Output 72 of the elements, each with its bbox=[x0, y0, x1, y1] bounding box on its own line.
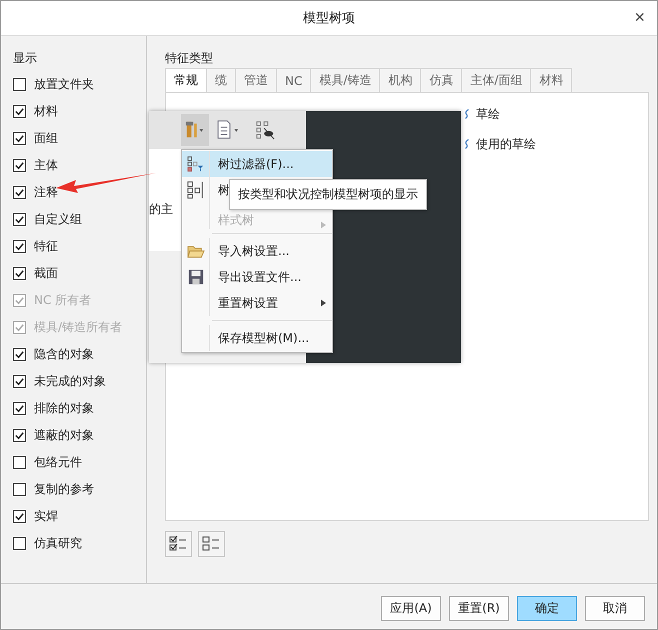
checkbox[interactable] bbox=[13, 267, 26, 280]
dialog-button[interactable]: 重置(R) bbox=[449, 596, 509, 621]
folder-icon bbox=[186, 243, 204, 259]
sketch-icon bbox=[464, 138, 470, 150]
checkbox[interactable] bbox=[13, 375, 26, 388]
tree-text: 的主 bbox=[149, 201, 173, 218]
checkbox-label: 未完成的对象 bbox=[34, 373, 106, 390]
sketch-icon bbox=[464, 108, 470, 120]
menu-item[interactable]: 导入树设置... bbox=[182, 238, 332, 264]
list-item: 草绘 bbox=[476, 106, 500, 122]
checkbox-label: 复制的参考 bbox=[34, 481, 94, 498]
checkbox[interactable] bbox=[13, 456, 26, 469]
dialog-button[interactable]: 应用(A) bbox=[381, 596, 441, 621]
window-title: 模型树项 bbox=[303, 10, 355, 27]
checkbox[interactable] bbox=[13, 429, 26, 442]
tooltip: 按类型和状况控制模型树项的显示 bbox=[229, 179, 427, 210]
check-all-button[interactable] bbox=[165, 531, 192, 557]
close-button[interactable]: × bbox=[628, 7, 651, 28]
uncheck-all-button[interactable] bbox=[198, 531, 225, 557]
checkbox-label: 特征 bbox=[34, 238, 58, 255]
section-title: 特征类型 bbox=[165, 50, 214, 67]
checkbox-label: 自定义组 bbox=[34, 211, 82, 228]
checkbox-label: 材料 bbox=[34, 103, 58, 120]
tab[interactable]: 管道 bbox=[235, 68, 276, 93]
checkbox[interactable] bbox=[13, 213, 26, 226]
filter-tree-icon bbox=[186, 156, 204, 172]
tree-hide-icon[interactable] bbox=[255, 120, 275, 140]
checkbox[interactable] bbox=[13, 402, 26, 415]
checkbox[interactable] bbox=[13, 537, 26, 550]
checkbox-label: 主体 bbox=[34, 157, 58, 174]
checkbox[interactable] bbox=[13, 186, 26, 199]
tab[interactable]: 主体/面组 bbox=[461, 68, 530, 93]
checkbox-label: 面组 bbox=[34, 130, 58, 147]
dialog-button[interactable]: 取消 bbox=[585, 596, 645, 621]
checkbox-label: 模具/铸造所有者 bbox=[34, 319, 122, 336]
menu-item[interactable]: 树过滤器(F)... bbox=[182, 151, 332, 177]
section-title: 显示 bbox=[13, 50, 38, 67]
tab[interactable]: NC bbox=[276, 68, 310, 93]
checked-list-icon bbox=[168, 535, 188, 553]
tab[interactable]: 常规 bbox=[165, 68, 206, 93]
tab[interactable]: 模具/铸造 bbox=[310, 68, 380, 93]
checkbox[interactable] bbox=[13, 78, 26, 91]
checkbox-label: NC 所有者 bbox=[34, 292, 92, 309]
unchecked-list-icon bbox=[202, 535, 222, 553]
checkbox-label: 实焊 bbox=[34, 508, 58, 525]
checkbox-label: 截面 bbox=[34, 265, 58, 282]
checkbox-label: 放置文件夹 bbox=[34, 76, 94, 93]
menu-item[interactable]: 保存模型树(M)... bbox=[182, 325, 332, 351]
checkbox[interactable] bbox=[13, 483, 26, 496]
tools-dropdown-button[interactable] bbox=[181, 114, 209, 146]
checkbox[interactable] bbox=[13, 240, 26, 253]
checkbox[interactable] bbox=[13, 510, 26, 523]
menu-item[interactable]: 导出设置文件... bbox=[182, 264, 332, 290]
tab[interactable]: 仿真 bbox=[420, 68, 462, 93]
tab[interactable]: 机构 bbox=[379, 68, 420, 93]
checkbox-label: 注释 bbox=[34, 184, 58, 201]
save-icon bbox=[188, 269, 204, 285]
tab[interactable]: 缆 bbox=[206, 68, 235, 93]
checkbox-label: 排除的对象 bbox=[34, 400, 94, 417]
checkbox[interactable] bbox=[13, 348, 26, 361]
checkbox-label: 隐含的对象 bbox=[34, 346, 94, 363]
menu-item[interactable]: 重置树设置 bbox=[182, 290, 332, 316]
checkbox-label: 仿真研究 bbox=[34, 535, 82, 552]
checkbox[interactable] bbox=[13, 159, 26, 172]
checkbox[interactable] bbox=[13, 105, 26, 118]
checkbox-label: 遮蔽的对象 bbox=[34, 427, 94, 444]
checkbox-label: 包络元件 bbox=[34, 454, 82, 471]
dialog-button[interactable]: 确定 bbox=[517, 596, 577, 621]
checkbox[interactable] bbox=[13, 132, 26, 145]
tab[interactable]: 材料 bbox=[530, 68, 572, 93]
tree-icon bbox=[186, 181, 204, 199]
list-item: 使用的草绘 bbox=[476, 136, 536, 152]
